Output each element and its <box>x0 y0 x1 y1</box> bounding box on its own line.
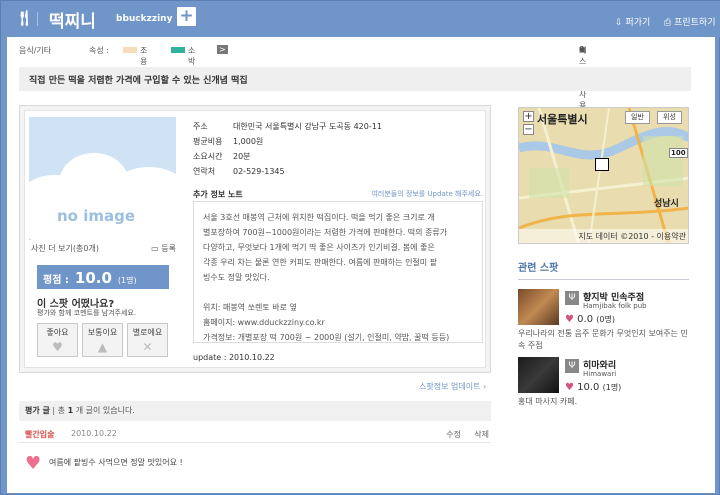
attr-more-button[interactable]: > <box>217 45 228 54</box>
quiet-swatch <box>123 46 137 53</box>
info-row: 주소 대한민국 서울특별시 강남구 도곡동 420-11 <box>193 122 382 131</box>
simple-swatch <box>171 46 185 53</box>
related-item[interactable]: Ψ 히마와리 Himawari ♥ 10.0 (1명) 홍대 마사지 카페. <box>518 357 689 419</box>
rating-box: 평점 :10.0 (1명) 이 스팟 어떴나요? 평가와 함께 코멘트를 남겨주세… <box>31 261 171 361</box>
reviews: 평가 글 | 총 1 개 글이 있습니다. 빨간입술 2010.10.22 수정… <box>19 401 491 474</box>
fork-knife-icon: Ψ <box>565 291 579 305</box>
zoom-in-button[interactable]: + <box>523 111 534 122</box>
zoom-out-button[interactable]: − <box>523 124 534 135</box>
attr-simple: 소박한 <box>171 45 195 77</box>
rating-score: 평점 :10.0 (1명) <box>37 265 169 289</box>
no-image-text: no image <box>57 207 136 225</box>
review-edit-button[interactable]: 수정 <box>446 429 461 440</box>
attr-label: 속성 : <box>89 46 109 55</box>
related-spots: 관련 스팟 Ψ 향지박 민속주점 Hamjibak folk pub ♥ 0.0… <box>518 259 689 406</box>
triangle-icon: ▲ <box>97 340 108 354</box>
spot-update-link[interactable]: 스팟정보 업데이트 › <box>419 381 486 392</box>
description: 서울 3호선 매봉역 근처에 위치한 떡집이다. 떡을 먹기 좋은 크기로 개 … <box>193 201 483 343</box>
printer-icon: ⎙ <box>664 18 672 28</box>
rating-hint: 평가와 함께 코멘트를 남겨주세요. <box>37 309 137 317</box>
review-date: 2010.10.22 <box>71 429 117 438</box>
neutral-button[interactable]: 보통이요 ▲ <box>82 323 123 357</box>
info-row: 소요시간 20분 <box>193 152 251 161</box>
note-update-link[interactable]: 여러분들의 정보를 Update 해주세요. <box>371 189 483 199</box>
meta-bar: 음식/기타 속성 : 조용한 소박한 > ▣ 이 스팟을 사용한 여행길 수 0 <box>19 45 691 165</box>
fork-knife-icon: Ψ <box>565 359 579 373</box>
print-button[interactable]: ⎙ 프린트하기 <box>664 15 715 28</box>
related-item[interactable]: Ψ 향지박 민속주점 Hamjibak folk pub ♥ 0.0 (0명) … <box>518 289 689 351</box>
category: 음식/기타 <box>19 46 52 55</box>
review-author[interactable]: 빨간입술 <box>25 429 54 440</box>
update-date: update : 2010.10.22 <box>193 353 275 362</box>
spot-title: 떡찌니 <box>49 12 96 32</box>
fork-knife-icon: 🍴︎ <box>15 9 35 27</box>
related-thumbnail <box>518 357 559 393</box>
heart-icon: ♥ <box>52 340 63 354</box>
x-icon: ✕ <box>142 340 153 354</box>
heart-icon: ♥ <box>565 314 574 325</box>
like-button[interactable]: 좋아요 ♥ <box>37 323 78 357</box>
user-count: ▣ 이 스팟을 사용한 여행길 수 0 <box>579 45 587 165</box>
reviews-header: 평가 글 | 총 1 개 글이 있습니다. <box>19 401 491 421</box>
map-normal-button[interactable]: 일반 <box>625 111 650 124</box>
header: 🍴︎ 떡찌니 bbuckzziny + ⇩ 퍼가기 ⎙ 프린트하기 <box>1 1 720 37</box>
review-body: 여름에 팥빙수 사먹으면 정말 맛있어요 ! <box>49 458 183 467</box>
header-divider <box>37 12 38 26</box>
map-city-label: 서울특별시 <box>537 113 588 126</box>
spot-owner[interactable]: bbuckzziny <box>116 14 172 24</box>
heart-icon: ♥ <box>565 382 574 393</box>
road-badge: 100 <box>669 148 688 158</box>
related-thumbnail <box>518 289 559 325</box>
headline: 직접 만든 떡을 저렴한 가격에 구입할 수 있는 신개념 떡집 <box>19 67 691 91</box>
review-delete-button[interactable]: 삭제 <box>474 429 489 440</box>
map[interactable]: + − 서울특별시 일반 위성 100 성남시 지도 데이터 ©2010 - 이… <box>518 107 689 244</box>
chevron-right-icon: › <box>482 382 487 391</box>
info-row: 평균비용 1,000원 <box>193 137 264 146</box>
dislike-button[interactable]: 별로에요 ✕ <box>127 323 168 357</box>
map-footer[interactable]: 지도 데이터 ©2010 - 이용약관 <box>519 229 688 243</box>
attr-quiet: 조용한 <box>123 45 147 77</box>
photo-register-button[interactable]: ▭ 등록 <box>151 243 176 254</box>
no-image-placeholder: no image <box>29 117 176 240</box>
info-row: 연락처 02-529-1345 <box>193 167 285 176</box>
note-label: 추가 정보 노트 <box>193 190 243 199</box>
main-panel: 음식/기타 속성 : 조용한 소박한 > ▣ 이 스팟을 사용한 여행길 수 0… <box>7 37 715 493</box>
spot-window: 🍴︎ 떡찌니 bbuckzziny + ⇩ 퍼가기 ⎙ 프린트하기 음식/기타 … <box>0 0 720 495</box>
map-satellite-button[interactable]: 위성 <box>657 111 682 124</box>
image-icon: ▭ <box>151 244 159 253</box>
share-button[interactable]: ⇩ 퍼가기 <box>615 15 650 28</box>
photo-more-link[interactable]: 사진 더 보기(총0개) <box>31 244 99 253</box>
download-icon: ⇩ <box>615 18 623 28</box>
review-item: 빨간입술 2010.10.22 수정 삭제 <box>19 427 491 443</box>
map-roads <box>519 108 688 243</box>
add-button[interactable]: + <box>177 7 196 26</box>
spot-card: no image 사진 더 보기(총0개) ▭ 등록 평점 :10.0 (1명) … <box>19 105 491 373</box>
related-title: 관련 스팟 <box>518 259 689 280</box>
photo-bar: 사진 더 보기(총0개) ▭ 등록 <box>31 243 176 257</box>
location-marker <box>595 158 609 171</box>
heart-icon: ♥ <box>25 453 42 474</box>
map-district-label: 성남시 <box>654 199 679 209</box>
